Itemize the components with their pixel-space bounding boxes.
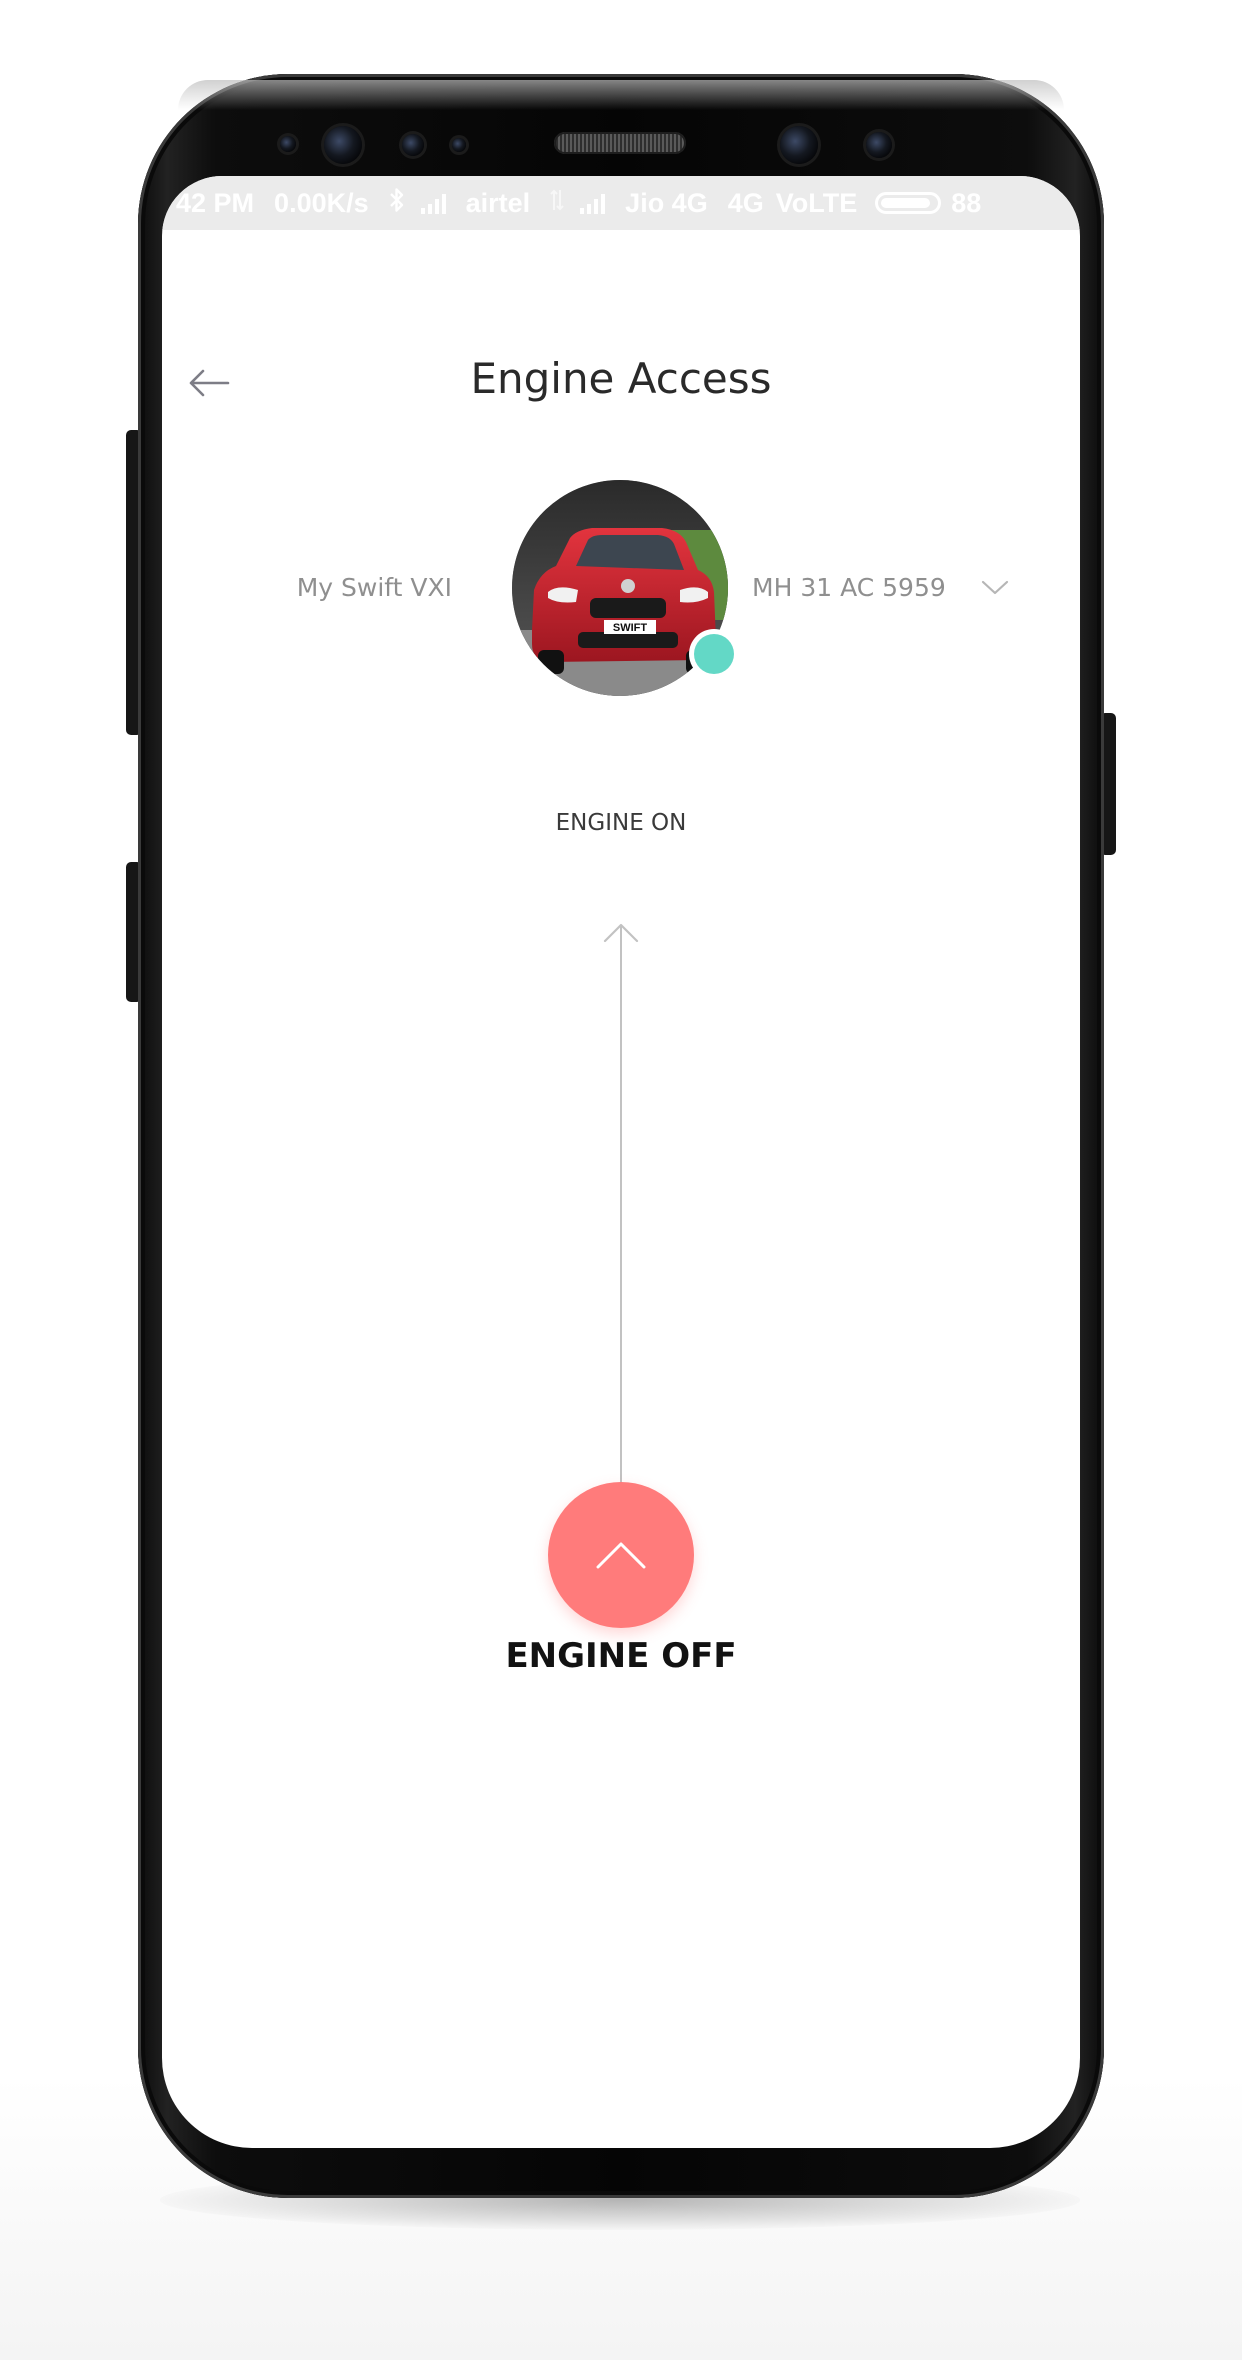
status-network-speed: 0.00K/s [274,187,369,218]
front-camera [780,126,818,164]
status-network-type: 4G [727,187,764,218]
status-carrier-2: Jio 4G [625,187,708,218]
chevron-down-icon[interactable] [980,578,1010,598]
earpiece-speaker [554,132,686,154]
light-sensor [402,134,424,156]
vehicle-plate[interactable]: MH 31 AC 5959 [752,573,946,602]
status-battery-level: 88 [951,187,982,218]
frame-highlight [178,80,1064,110]
status-volte: VoLTE [775,187,858,218]
device-mockup: 42 PM 0.00K/s airtel Jio 4G 4G VoLTE 88 … [0,0,1242,2360]
signal-strength-icon-2 [580,192,606,214]
phone-frame: 42 PM 0.00K/s airtel Jio 4G 4G VoLTE 88 … [138,74,1104,2198]
vehicle-online-indicator [694,634,734,674]
data-transfer-icon [550,188,564,219]
slide-track [620,926,622,1538]
bluetooth-icon [389,187,405,220]
proximity-sensor [280,136,296,152]
engine-slide-button[interactable] [548,1482,694,1628]
vehicle-name[interactable]: My Swift VXI [252,573,452,602]
iris-scanner [324,126,362,164]
battery-icon [875,192,942,214]
status-bar: 42 PM 0.00K/s airtel Jio 4G 4G VoLTE 88 [162,176,1080,230]
status-time: 42 PM [176,187,255,218]
page-title: Engine Access [470,354,772,403]
signal-strength-icon [420,192,446,214]
engine-on-label: ENGINE ON [555,810,687,836]
engine-status-label: ENGINE OFF [505,1636,737,1676]
app-screen: 42 PM 0.00K/s airtel Jio 4G 4G VoLTE 88 … [162,176,1080,2148]
car-badge-text: SWIFT [613,622,647,634]
status-carrier-1: airtel [465,187,531,218]
chevron-up-icon [596,1542,646,1569]
secondary-sensor [866,132,892,158]
arrow-up-icon [602,922,640,944]
led-indicator [452,138,466,152]
